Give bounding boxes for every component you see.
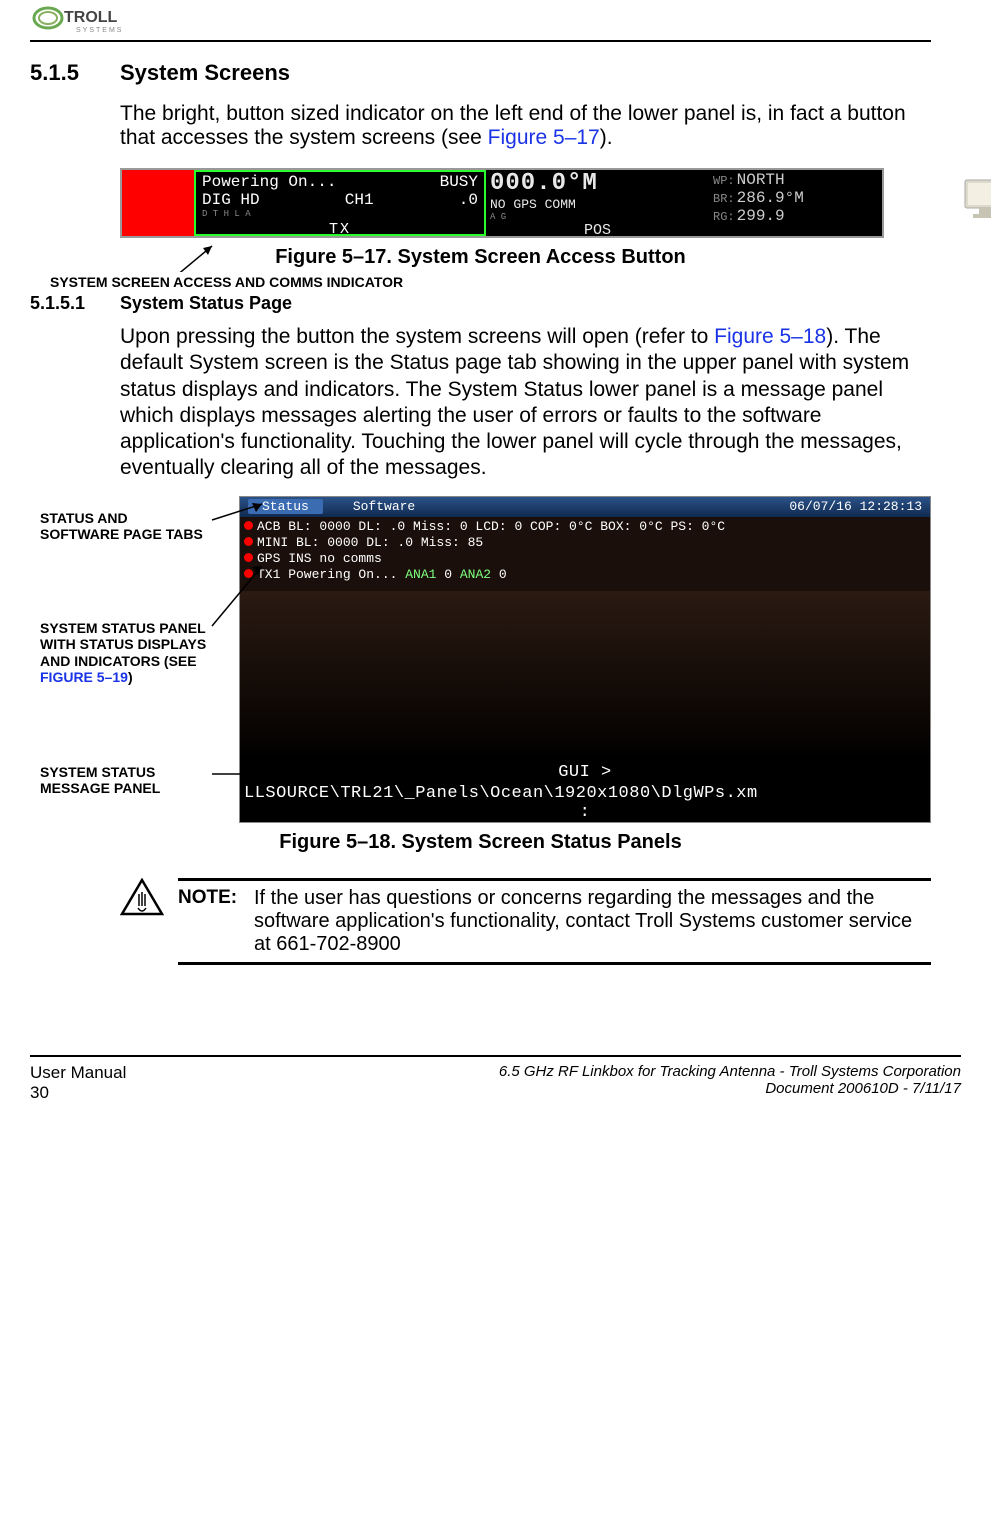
page-footer: User Manual 30 6.5 GHz RF Linkbox for Tr… bbox=[30, 1055, 961, 1113]
footer-product: 6.5 GHz RF Linkbox for Tracking Antenna … bbox=[499, 1063, 961, 1080]
pos-label: POS bbox=[490, 222, 705, 239]
note-block: NOTE: If the user has questions or conce… bbox=[120, 878, 931, 965]
br-val: 286.9°M bbox=[737, 189, 804, 207]
status-row-tx1-a: TX1 Powering On... bbox=[257, 567, 405, 582]
note-label: NOTE: bbox=[178, 887, 254, 956]
timestamp: 06/07/16 12:28:13 bbox=[789, 499, 922, 514]
note-icon bbox=[120, 878, 164, 918]
pos-flags: A G bbox=[490, 212, 705, 222]
ann2-b: ) bbox=[128, 669, 133, 685]
arrow-icon bbox=[170, 242, 230, 272]
figure-5-17: Powering On... BUSY DIG HD CH1 .0 D T H L A… bbox=[120, 168, 931, 238]
para2-text-a: Upon pressing the button the system scre… bbox=[120, 325, 714, 348]
section-number: 5.1.5 bbox=[30, 60, 120, 86]
gui-prompt[interactable]: GUI > bbox=[240, 761, 930, 784]
status-row-acb: ACB BL: 0000 DL: .0 Miss: 0 LCD: 0 COP: … bbox=[257, 519, 725, 534]
tx-status: Powering On... bbox=[202, 173, 336, 191]
background-image-area bbox=[240, 591, 930, 761]
arrow-icon bbox=[208, 562, 272, 632]
tx-label: TX bbox=[202, 221, 478, 238]
footer-page-number: 30 bbox=[30, 1083, 126, 1103]
para2-text-b: ). The default System screen is the Stat… bbox=[120, 325, 909, 479]
annotation-status-panel: SYSTEM STATUS PANEL WITH STATUS DISPLAYS… bbox=[40, 620, 220, 686]
wp-val: NORTH bbox=[737, 171, 785, 189]
para1-text-b: ). bbox=[600, 126, 613, 149]
status-row-tx1-c: 0 bbox=[436, 567, 459, 582]
tab-bar: Status Software 06/07/16 12:28:13 bbox=[240, 497, 930, 517]
page-header: TROLL SYSTEMS bbox=[30, 0, 931, 42]
status-row-gps: GPS INS no comms bbox=[257, 551, 382, 566]
pos-panel: 000.0°M NO GPS COMM A G POS bbox=[486, 170, 709, 236]
tab-software[interactable]: Software bbox=[353, 499, 415, 514]
rg-val: 299.9 bbox=[737, 207, 785, 225]
footer-doc-type: User Manual bbox=[30, 1063, 126, 1083]
note-text: If the user has questions or concerns re… bbox=[254, 887, 931, 956]
tx-mode: DIG HD bbox=[202, 191, 260, 209]
svg-text:SYSTEMS: SYSTEMS bbox=[76, 27, 123, 34]
footer-docnum: Document 200610D - 7/11/17 bbox=[499, 1080, 961, 1097]
tx-channel: CH1 bbox=[345, 191, 374, 209]
figure-5-18-caption: Figure 5–18. System Screen Status Panels bbox=[30, 831, 931, 854]
annotation-system-screen-access: SYSTEM SCREEN ACCESS AND COMMS INDICATOR bbox=[50, 274, 403, 290]
arrow-icon bbox=[208, 500, 272, 526]
br-lbl: BR: bbox=[713, 192, 735, 206]
ann2-a: SYSTEM STATUS PANEL WITH STATUS DISPLAYS… bbox=[40, 620, 206, 669]
system-screen-window: Status Software 06/07/16 12:28:13 ACB BL… bbox=[239, 496, 931, 823]
pos-gps: NO GPS COMM bbox=[490, 197, 705, 212]
figure-5-17-caption: Figure 5–17. System Screen Access Button bbox=[30, 246, 931, 269]
subsection-title: System Status Page bbox=[120, 293, 292, 314]
tx-flags: D T H L A bbox=[202, 209, 478, 219]
status-dot bbox=[244, 537, 253, 546]
lower-panel: Powering On... BUSY DIG HD CH1 .0 D T H L A… bbox=[120, 168, 884, 238]
figure-5-17-link[interactable]: Figure 5–17 bbox=[488, 126, 600, 149]
wp-lbl: WP: bbox=[713, 174, 735, 188]
system-screen-access-button[interactable] bbox=[122, 170, 194, 236]
logo: TROLL SYSTEMS bbox=[30, 4, 150, 38]
message-line1: LLSOURCE\TRL21\_Panels\Ocean\1920x1080\D… bbox=[244, 784, 926, 803]
status-row-tx1-e: 0 bbox=[491, 567, 507, 582]
figure-5-18: STATUS AND SOFTWARE PAGE TABS SYSTEM STA… bbox=[30, 496, 931, 823]
message-panel[interactable]: LLSOURCE\TRL21\_Panels\Ocean\1920x1080\D… bbox=[240, 784, 930, 822]
status-row-ana1: ANA1 bbox=[405, 567, 436, 582]
message-line2: : bbox=[244, 803, 926, 822]
pos-heading: 000.0°M bbox=[490, 170, 705, 197]
figure-5-19-link[interactable]: FIGURE 5–19 bbox=[40, 669, 128, 685]
tx-val: .0 bbox=[459, 191, 478, 209]
wp-panel: WP:NORTH BR:286.9°M RG:299.9 bbox=[709, 170, 882, 236]
status-row-ana2: ANA2 bbox=[460, 567, 491, 582]
svg-text:TROLL: TROLL bbox=[64, 9, 118, 26]
status-data-panel: ACB BL: 0000 DL: .0 Miss: 0 LCD: 0 COP: … bbox=[240, 517, 930, 591]
status-row-mini: MINI BL: 0000 DL: .0 Miss: 85 bbox=[257, 535, 483, 550]
monitor-icon bbox=[961, 176, 991, 231]
annotation-message-panel: SYSTEM STATUS MESSAGE PANEL bbox=[40, 764, 210, 797]
subsection-number: 5.1.5.1 bbox=[30, 293, 120, 314]
tx-busy: BUSY bbox=[440, 173, 478, 191]
section-title: System Screens bbox=[120, 60, 290, 86]
arrow-icon bbox=[208, 764, 272, 784]
figure-5-18-link[interactable]: Figure 5–18 bbox=[714, 325, 826, 348]
tx-panel: Powering On... BUSY DIG HD CH1 .0 D T H L A… bbox=[194, 170, 486, 236]
annotation-tabs: STATUS AND SOFTWARE PAGE TABS bbox=[40, 510, 210, 543]
rg-lbl: RG: bbox=[713, 210, 735, 224]
